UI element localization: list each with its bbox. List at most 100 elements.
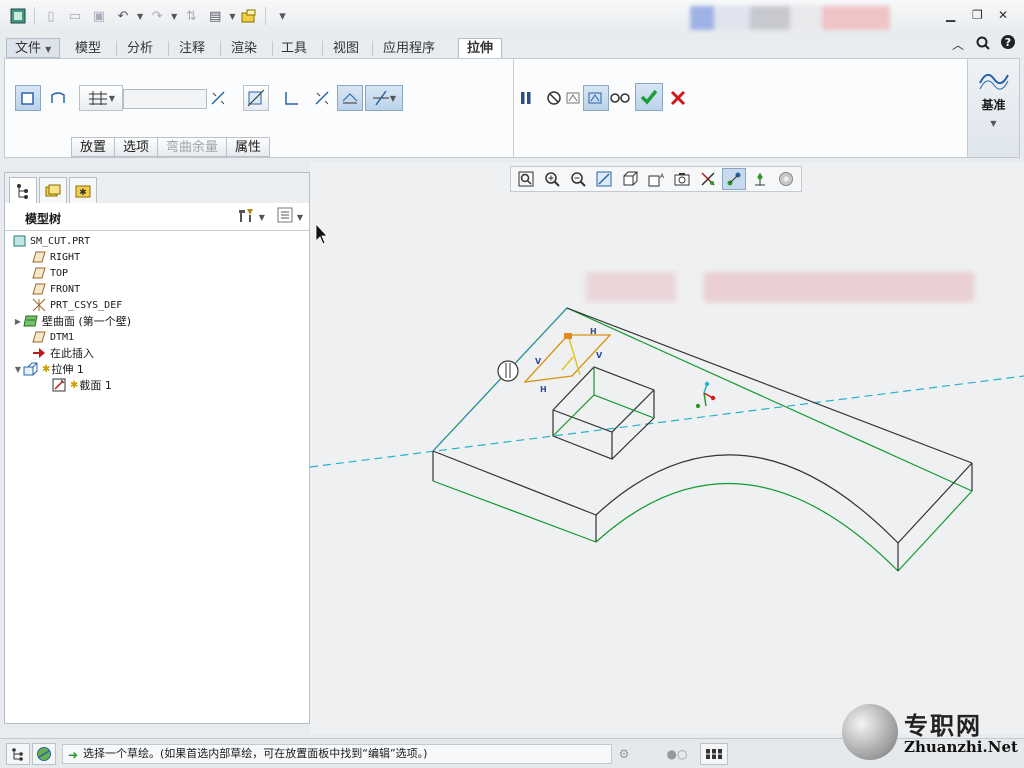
tree-item-section-1[interactable]: ✱ 截面 1	[5, 377, 309, 393]
tab-render[interactable]: 渲染	[222, 38, 266, 58]
redo-icon[interactable]: ↷	[147, 6, 167, 26]
browser-toggle-icon[interactable]	[32, 743, 56, 765]
mouse-cursor	[315, 222, 328, 245]
tree-item-csys[interactable]: PRT_CSYS_DEF	[5, 297, 309, 313]
favorites-tab-icon[interactable]: ✱	[69, 177, 97, 203]
watermark-logo-icon	[842, 704, 898, 760]
extrude-solid-button[interactable]	[15, 85, 41, 111]
app-icon[interactable]	[8, 6, 28, 26]
thicken-sketch-button[interactable]	[279, 85, 305, 111]
model-tree-toggle-icon[interactable]	[6, 743, 30, 765]
folder-browser-tab-icon[interactable]	[39, 177, 67, 203]
sketch-icon	[51, 378, 67, 392]
part-bottom-edges	[432, 307, 973, 572]
show-menu-icon[interactable]	[277, 207, 293, 227]
extrude-surface-button[interactable]	[45, 85, 71, 111]
windows-icon[interactable]: ▤	[205, 6, 225, 26]
depth-value-input[interactable]	[123, 89, 207, 109]
connected-preview-icon[interactable]	[583, 85, 609, 111]
restore-icon[interactable]: ❐	[972, 8, 983, 22]
tab-tools[interactable]: 工具	[272, 38, 316, 58]
model-tree-title: 模型树	[25, 212, 62, 226]
watermark: 专职网 Zhuanzhi.Net	[842, 700, 1022, 764]
tree-item-right[interactable]: RIGHT	[5, 249, 309, 265]
dashboard-subtabs: 放置 选项 弯曲余量 属性	[71, 137, 271, 157]
tree-item-top[interactable]: TOP	[5, 265, 309, 281]
center-axis	[310, 375, 1024, 468]
model-tree: SM_CUT.PRT RIGHT TOP FRONT PRT_CSYS_DEF …	[5, 233, 309, 393]
datum-icon	[978, 73, 1009, 90]
tree-item-front[interactable]: FRONT	[5, 281, 309, 297]
expand-arrow-icon[interactable]: ▶	[13, 317, 23, 326]
verify-mode-icon[interactable]	[607, 85, 633, 111]
remove-material-button[interactable]	[243, 85, 269, 111]
tree-item-insert-here[interactable]: 在此插入	[5, 345, 309, 361]
cancel-x-icon[interactable]	[665, 85, 691, 111]
tab-annotate[interactable]: 注释	[170, 38, 214, 58]
tree-item-extrude-1[interactable]: ▼ ✱ 拉伸 1	[5, 361, 309, 377]
help-icon[interactable]: ?	[1000, 34, 1016, 53]
flip-thickness-icon[interactable]	[309, 85, 335, 111]
subtab-properties[interactable]: 属性	[226, 137, 271, 157]
pause-icon[interactable]	[513, 85, 539, 111]
navigator-panel: ✱ 模型树 ▼ ▼ SM_CUT.PRT RIGHT TOP FRONT PRT…	[4, 172, 310, 724]
extrude-icon	[23, 362, 39, 376]
tab-analysis[interactable]: 分析	[118, 38, 162, 58]
quick-access-toolbar: ▯ ▭ ▣ ↶ ▼ ↷ ▼ ⇅ ▤ ▼ ▾	[8, 6, 292, 26]
cut-box	[552, 366, 655, 460]
redacted-title	[690, 6, 890, 30]
regeneration-status-icon[interactable]: ⚙	[612, 743, 636, 765]
model-viewport-canvas: H V V H	[310, 222, 1024, 572]
remove-normal-to-surface-button[interactable]: ▼	[365, 85, 403, 111]
ribbon-tabs: 文件 ▼ 模型 分析 注释 渲染 工具 视图 应用程序 拉伸 ︿ ?	[0, 34, 1024, 61]
datum-group[interactable]: 基准 ▼	[967, 59, 1019, 157]
collapse-arrow-icon[interactable]: ▼	[13, 365, 23, 374]
datum-dropdown-icon[interactable]: ▼	[968, 119, 1019, 128]
minimize-icon[interactable]: ▁	[946, 8, 955, 22]
depth-option-dropdown[interactable]: ▼	[79, 85, 123, 111]
title-bar: ▯ ▭ ▣ ↶ ▼ ↷ ▼ ⇅ ▤ ▼ ▾ ▁ ❐ ✕	[0, 0, 1024, 34]
part-icon	[11, 234, 27, 248]
selection-filter-indicator[interactable]: ●○	[662, 743, 692, 765]
collapse-ribbon-icon[interactable]: ︿	[952, 36, 964, 53]
insert-here-arrow-icon	[31, 346, 47, 360]
regenerate-icon[interactable]: ⇅	[181, 6, 201, 26]
tree-settings-icon[interactable]	[237, 207, 255, 227]
prompt-arrow-icon: ➜	[68, 748, 79, 762]
datum-label: 基准	[981, 98, 1006, 112]
graphics-window[interactable]: AB	[310, 162, 1024, 734]
tab-view[interactable]: 视图	[324, 38, 368, 58]
subtab-bend-allowance[interactable]: 弯曲余量	[157, 137, 228, 157]
undo-icon[interactable]: ↶	[113, 6, 133, 26]
customize-qat-icon[interactable]: ▾	[272, 6, 292, 26]
datum-plane-icon	[31, 282, 47, 296]
redacted-label-2	[704, 272, 974, 302]
new-file-icon[interactable]: ▯	[41, 6, 61, 26]
subtab-options[interactable]: 选项	[114, 137, 159, 157]
datum-plane-icon	[31, 266, 47, 280]
navigator-tabs: ✱	[5, 173, 309, 203]
subtab-placement[interactable]: 放置	[71, 137, 116, 157]
redacted-label-1	[586, 272, 676, 302]
model-tree-tab-icon[interactable]	[9, 177, 37, 203]
search-icon[interactable]	[976, 36, 990, 53]
tree-item-root-part[interactable]: SM_CUT.PRT	[5, 233, 309, 249]
smart-selection-icon[interactable]	[700, 743, 728, 765]
tab-file[interactable]: 文件 ▼	[6, 38, 61, 58]
confirm-check-icon[interactable]	[635, 83, 663, 111]
tab-applications[interactable]: 应用程序	[374, 38, 444, 58]
close-icon[interactable]: ✕	[998, 8, 1008, 22]
sketch-plane: H V V H	[523, 327, 612, 394]
tab-model[interactable]: 模型	[66, 38, 110, 58]
watermark-cn: 专职网	[904, 711, 982, 740]
message-area: ➜ 选择一个草绘。(如果首选内部草绘，可在放置面板中找到“编辑”选项。)	[62, 744, 612, 764]
flip-depth-direction-icon[interactable]	[205, 85, 231, 111]
csys-marker	[695, 381, 716, 409]
set-sheetmetal-thickness-button[interactable]	[337, 85, 363, 111]
tree-item-first-wall[interactable]: ▶ 壁曲面 (第一个壁)	[5, 313, 309, 329]
csys-icon	[31, 298, 47, 312]
open-folder-icon[interactable]: ▭	[65, 6, 85, 26]
tree-item-dtm1[interactable]: DTM1	[5, 329, 309, 345]
save-icon[interactable]: ▣	[89, 6, 109, 26]
close-window-icon[interactable]	[239, 6, 259, 26]
